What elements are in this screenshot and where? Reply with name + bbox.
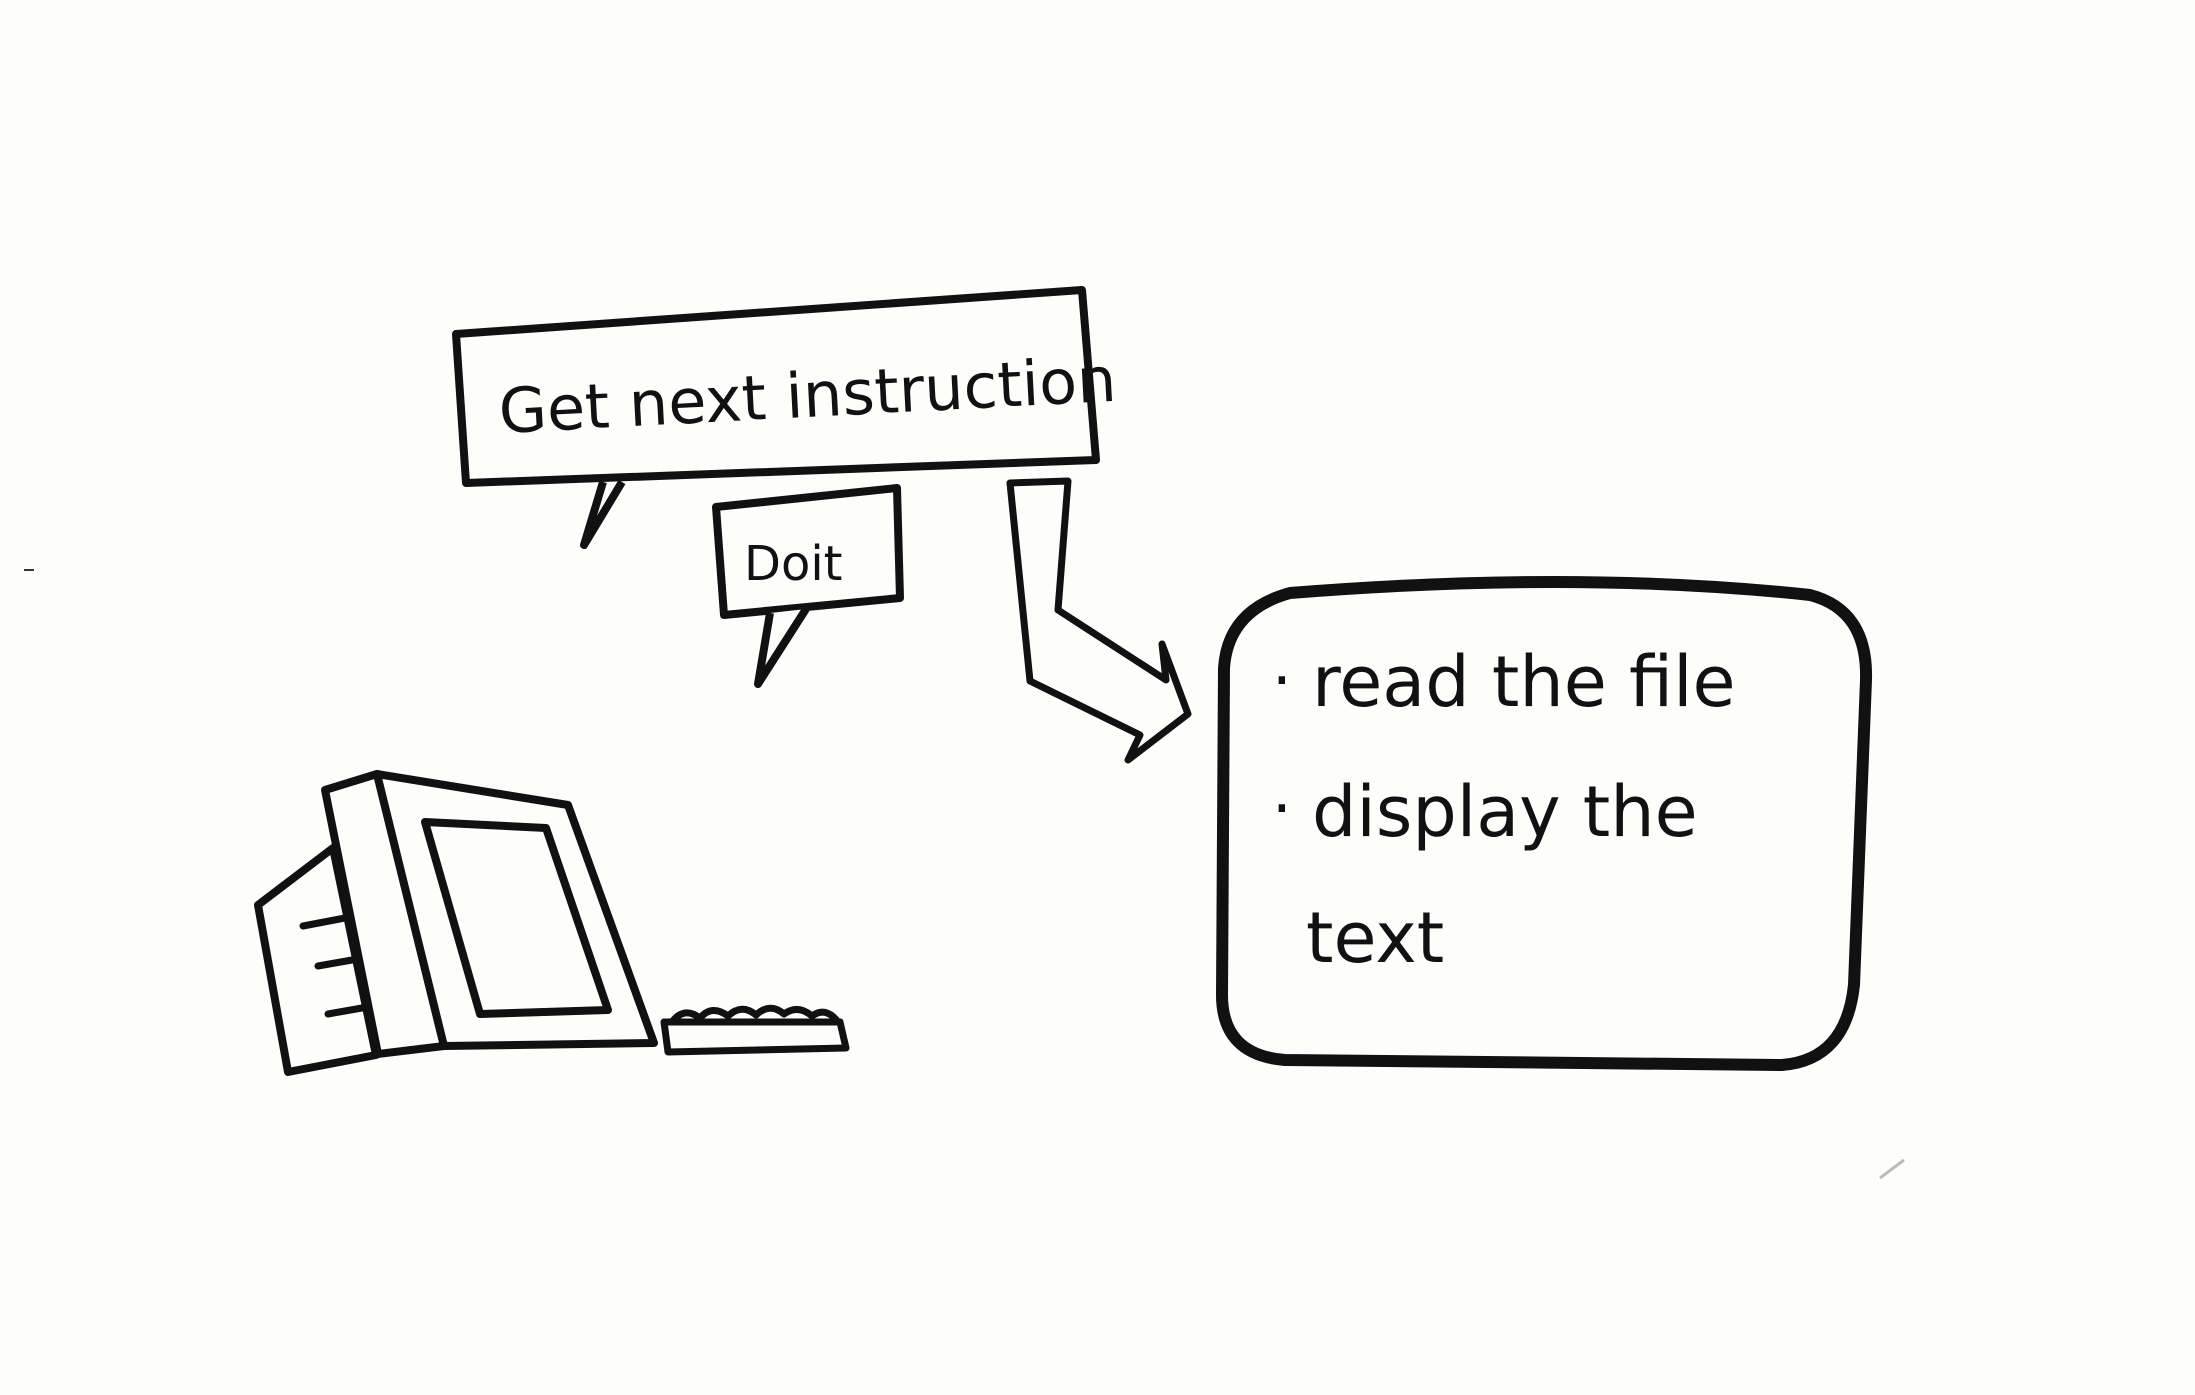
instruction-item-1-line-1: read the file xyxy=(1312,641,1736,723)
instruction-bullet-2: · xyxy=(1272,772,1292,845)
keyboard-base xyxy=(660,1018,850,1056)
instruction-bullet-1: · xyxy=(1272,644,1292,717)
instruction-item-2-line-1: display the xyxy=(1312,771,1698,853)
keyboard-icon xyxy=(660,1004,850,1056)
instruction-item-2-line-2: text xyxy=(1306,897,1444,979)
diagram-canvas: Get next instruction Doit · read the fil… xyxy=(0,0,2195,1395)
bubble-small-text: Doit xyxy=(744,536,842,592)
